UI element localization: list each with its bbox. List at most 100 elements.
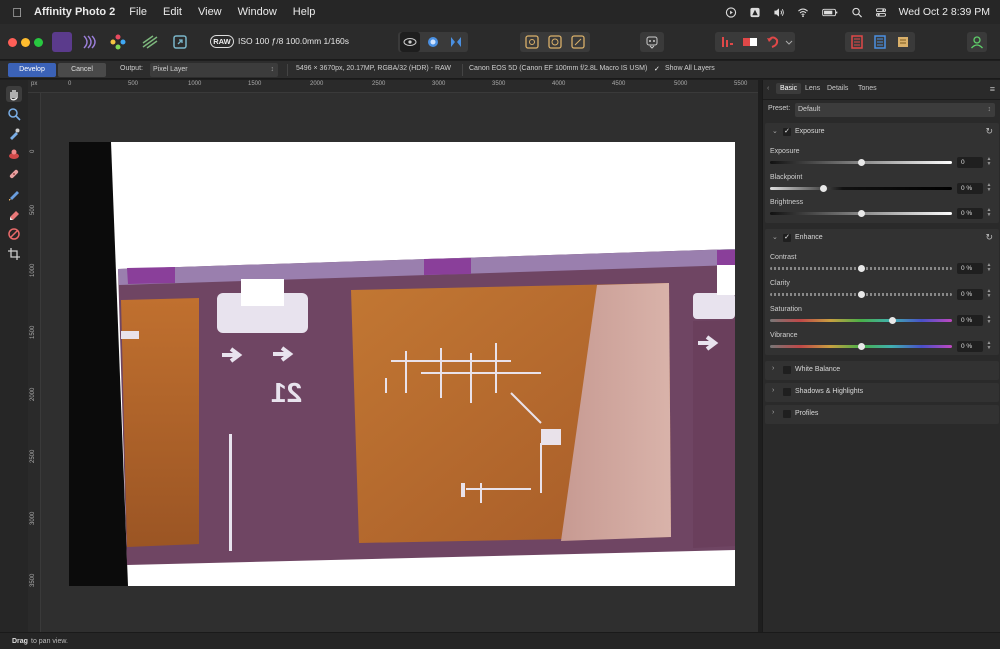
blackpoint-slider-knob[interactable]: [819, 185, 827, 192]
menubar-clock[interactable]: Wed Oct 2 8:39 PM: [899, 6, 990, 18]
tab-tones[interactable]: Tones: [858, 85, 877, 92]
panel-collapse-icon[interactable]: ‹: [767, 85, 769, 92]
contrast-stepper[interactable]: ▲ ▼: [986, 263, 992, 274]
ruler-tick-label: 2500: [372, 81, 386, 87]
photo-persona-icon[interactable]: [52, 32, 72, 52]
red-eye-tool-icon[interactable]: [6, 146, 22, 162]
zoom-tool-icon[interactable]: [6, 106, 22, 122]
clarity-slider-knob[interactable]: [858, 291, 865, 298]
blackpoint-value[interactable]: 0 %: [957, 183, 983, 194]
reset-icon[interactable]: ↻: [985, 232, 993, 243]
clipping-tones-icon[interactable]: [423, 32, 443, 52]
close-window-button[interactable]: [8, 38, 17, 47]
profiles-section[interactable]: › Profiles: [765, 405, 999, 424]
ruler-tick-label: 1500: [30, 325, 36, 339]
profiles-enable-checkbox[interactable]: [783, 410, 791, 418]
zoom-window-button[interactable]: [34, 38, 43, 47]
exposure-enable-checkbox[interactable]: ✓: [783, 128, 791, 136]
red-eye-icon[interactable]: [545, 32, 565, 52]
volume-icon[interactable]: [773, 7, 785, 18]
tone-mapping-persona-icon[interactable]: [140, 32, 160, 52]
layers-yellow-icon[interactable]: [893, 32, 913, 52]
exposure-slider-knob[interactable]: [858, 159, 865, 166]
divider: [462, 64, 463, 76]
enhance-enable-checkbox[interactable]: ✓: [783, 234, 791, 242]
wifi-icon[interactable]: [797, 7, 809, 18]
canvas[interactable]: 21: [41, 93, 758, 632]
vibrance-stepper[interactable]: ▲ ▼: [986, 341, 992, 352]
output-select[interactable]: Pixel Layer ↕: [150, 63, 278, 77]
contrast-value[interactable]: 0 %: [957, 263, 983, 274]
exposure-header[interactable]: ⌄ ✓ Exposure ↻: [765, 123, 999, 141]
menu-window[interactable]: Window: [238, 6, 277, 18]
shadows-highlights-section[interactable]: › Shadows & Highlights: [765, 383, 999, 402]
overlay-paint-tool-icon[interactable]: [6, 186, 22, 202]
blemish-removal-tool-icon[interactable]: [6, 166, 22, 182]
saturation-slider[interactable]: [770, 319, 952, 322]
exposure-value[interactable]: 0: [957, 157, 983, 168]
battery-icon[interactable]: [821, 7, 839, 18]
panel-menu-icon[interactable]: ≡: [990, 84, 995, 94]
hand-tool-icon[interactable]: [6, 86, 22, 102]
layers-red-icon[interactable]: [847, 32, 867, 52]
layers-blue-icon[interactable]: [870, 32, 890, 52]
overlay-gradient-tool-icon[interactable]: [6, 226, 22, 242]
chevron-updown-icon: ↕: [987, 106, 992, 113]
saturation-value[interactable]: 0 %: [957, 315, 983, 326]
blackpoint-slider[interactable]: [770, 187, 952, 190]
menu-help[interactable]: Help: [293, 6, 316, 18]
clarity-stepper[interactable]: ▲ ▼: [986, 289, 992, 300]
tab-lens[interactable]: Lens: [805, 85, 820, 92]
ruler-tick-label: 3500: [492, 81, 506, 87]
control-center-icon[interactable]: [875, 7, 887, 18]
white-balance-enable-checkbox[interactable]: [783, 366, 791, 374]
overlay-icon[interactable]: [568, 32, 588, 52]
app-menu[interactable]: Affinity Photo 2: [34, 6, 115, 18]
white-balance-picker-icon[interactable]: [522, 32, 542, 52]
menu-edit[interactable]: Edit: [163, 6, 182, 18]
export-persona-icon[interactable]: [170, 32, 190, 52]
develop-persona-icon[interactable]: [108, 32, 128, 52]
crop-tool-icon[interactable]: [6, 246, 22, 262]
vibrance-value[interactable]: 0 %: [957, 341, 983, 352]
develop-button[interactable]: Develop: [8, 63, 56, 77]
white-balance-section[interactable]: › White Balance: [765, 361, 999, 380]
brightness-slider-knob[interactable]: [858, 210, 865, 217]
brightness-value[interactable]: 0 %: [957, 208, 983, 219]
enhance-header[interactable]: ⌄ ✓ Enhance ↻: [765, 229, 999, 247]
liquify-persona-icon[interactable]: [80, 32, 100, 52]
assistant-icon[interactable]: [642, 32, 662, 52]
tab-basic[interactable]: Basic: [776, 83, 802, 94]
show-all-layers-checkbox[interactable]: ✓: [654, 65, 660, 73]
saturation-slider-knob[interactable]: [888, 317, 896, 324]
contrast-slider-knob[interactable]: [858, 265, 865, 272]
menu-file[interactable]: File: [129, 6, 147, 18]
undo-dropdown-icon[interactable]: [784, 32, 794, 52]
affinity-status-icon[interactable]: [749, 7, 761, 18]
white-balance-tool-icon[interactable]: [6, 126, 22, 142]
blackpoint-stepper[interactable]: ▲ ▼: [986, 183, 992, 194]
mask-icon[interactable]: [740, 32, 760, 52]
user-account-icon[interactable]: [967, 32, 987, 52]
apple-icon[interactable]: : [0, 5, 34, 20]
cancel-button[interactable]: Cancel: [58, 63, 106, 77]
saturation-stepper[interactable]: ▲ ▼: [986, 315, 992, 326]
menu-view[interactable]: View: [198, 6, 222, 18]
shadows-highlights-enable-checkbox[interactable]: [783, 388, 791, 396]
vibrance-slider-knob[interactable]: [858, 343, 865, 350]
clarity-value[interactable]: 0 %: [957, 289, 983, 300]
exposure-stepper[interactable]: ▲ ▼: [986, 157, 992, 168]
tab-details[interactable]: Details: [827, 85, 848, 92]
before-after-icon[interactable]: [400, 32, 420, 52]
reset-icon[interactable]: ↻: [985, 126, 993, 137]
bars-icon[interactable]: [717, 32, 737, 52]
preset-select[interactable]: Default ↕: [795, 103, 995, 117]
brightness-stepper[interactable]: ▲ ▼: [986, 208, 992, 219]
overlay-erase-tool-icon[interactable]: [6, 206, 22, 222]
minimize-window-button[interactable]: [21, 38, 30, 47]
split-view-icon[interactable]: [446, 32, 466, 52]
search-icon[interactable]: [851, 7, 863, 18]
undo-icon[interactable]: [763, 32, 783, 52]
profiles-title: Profiles: [795, 410, 819, 417]
play-icon[interactable]: [725, 6, 737, 18]
